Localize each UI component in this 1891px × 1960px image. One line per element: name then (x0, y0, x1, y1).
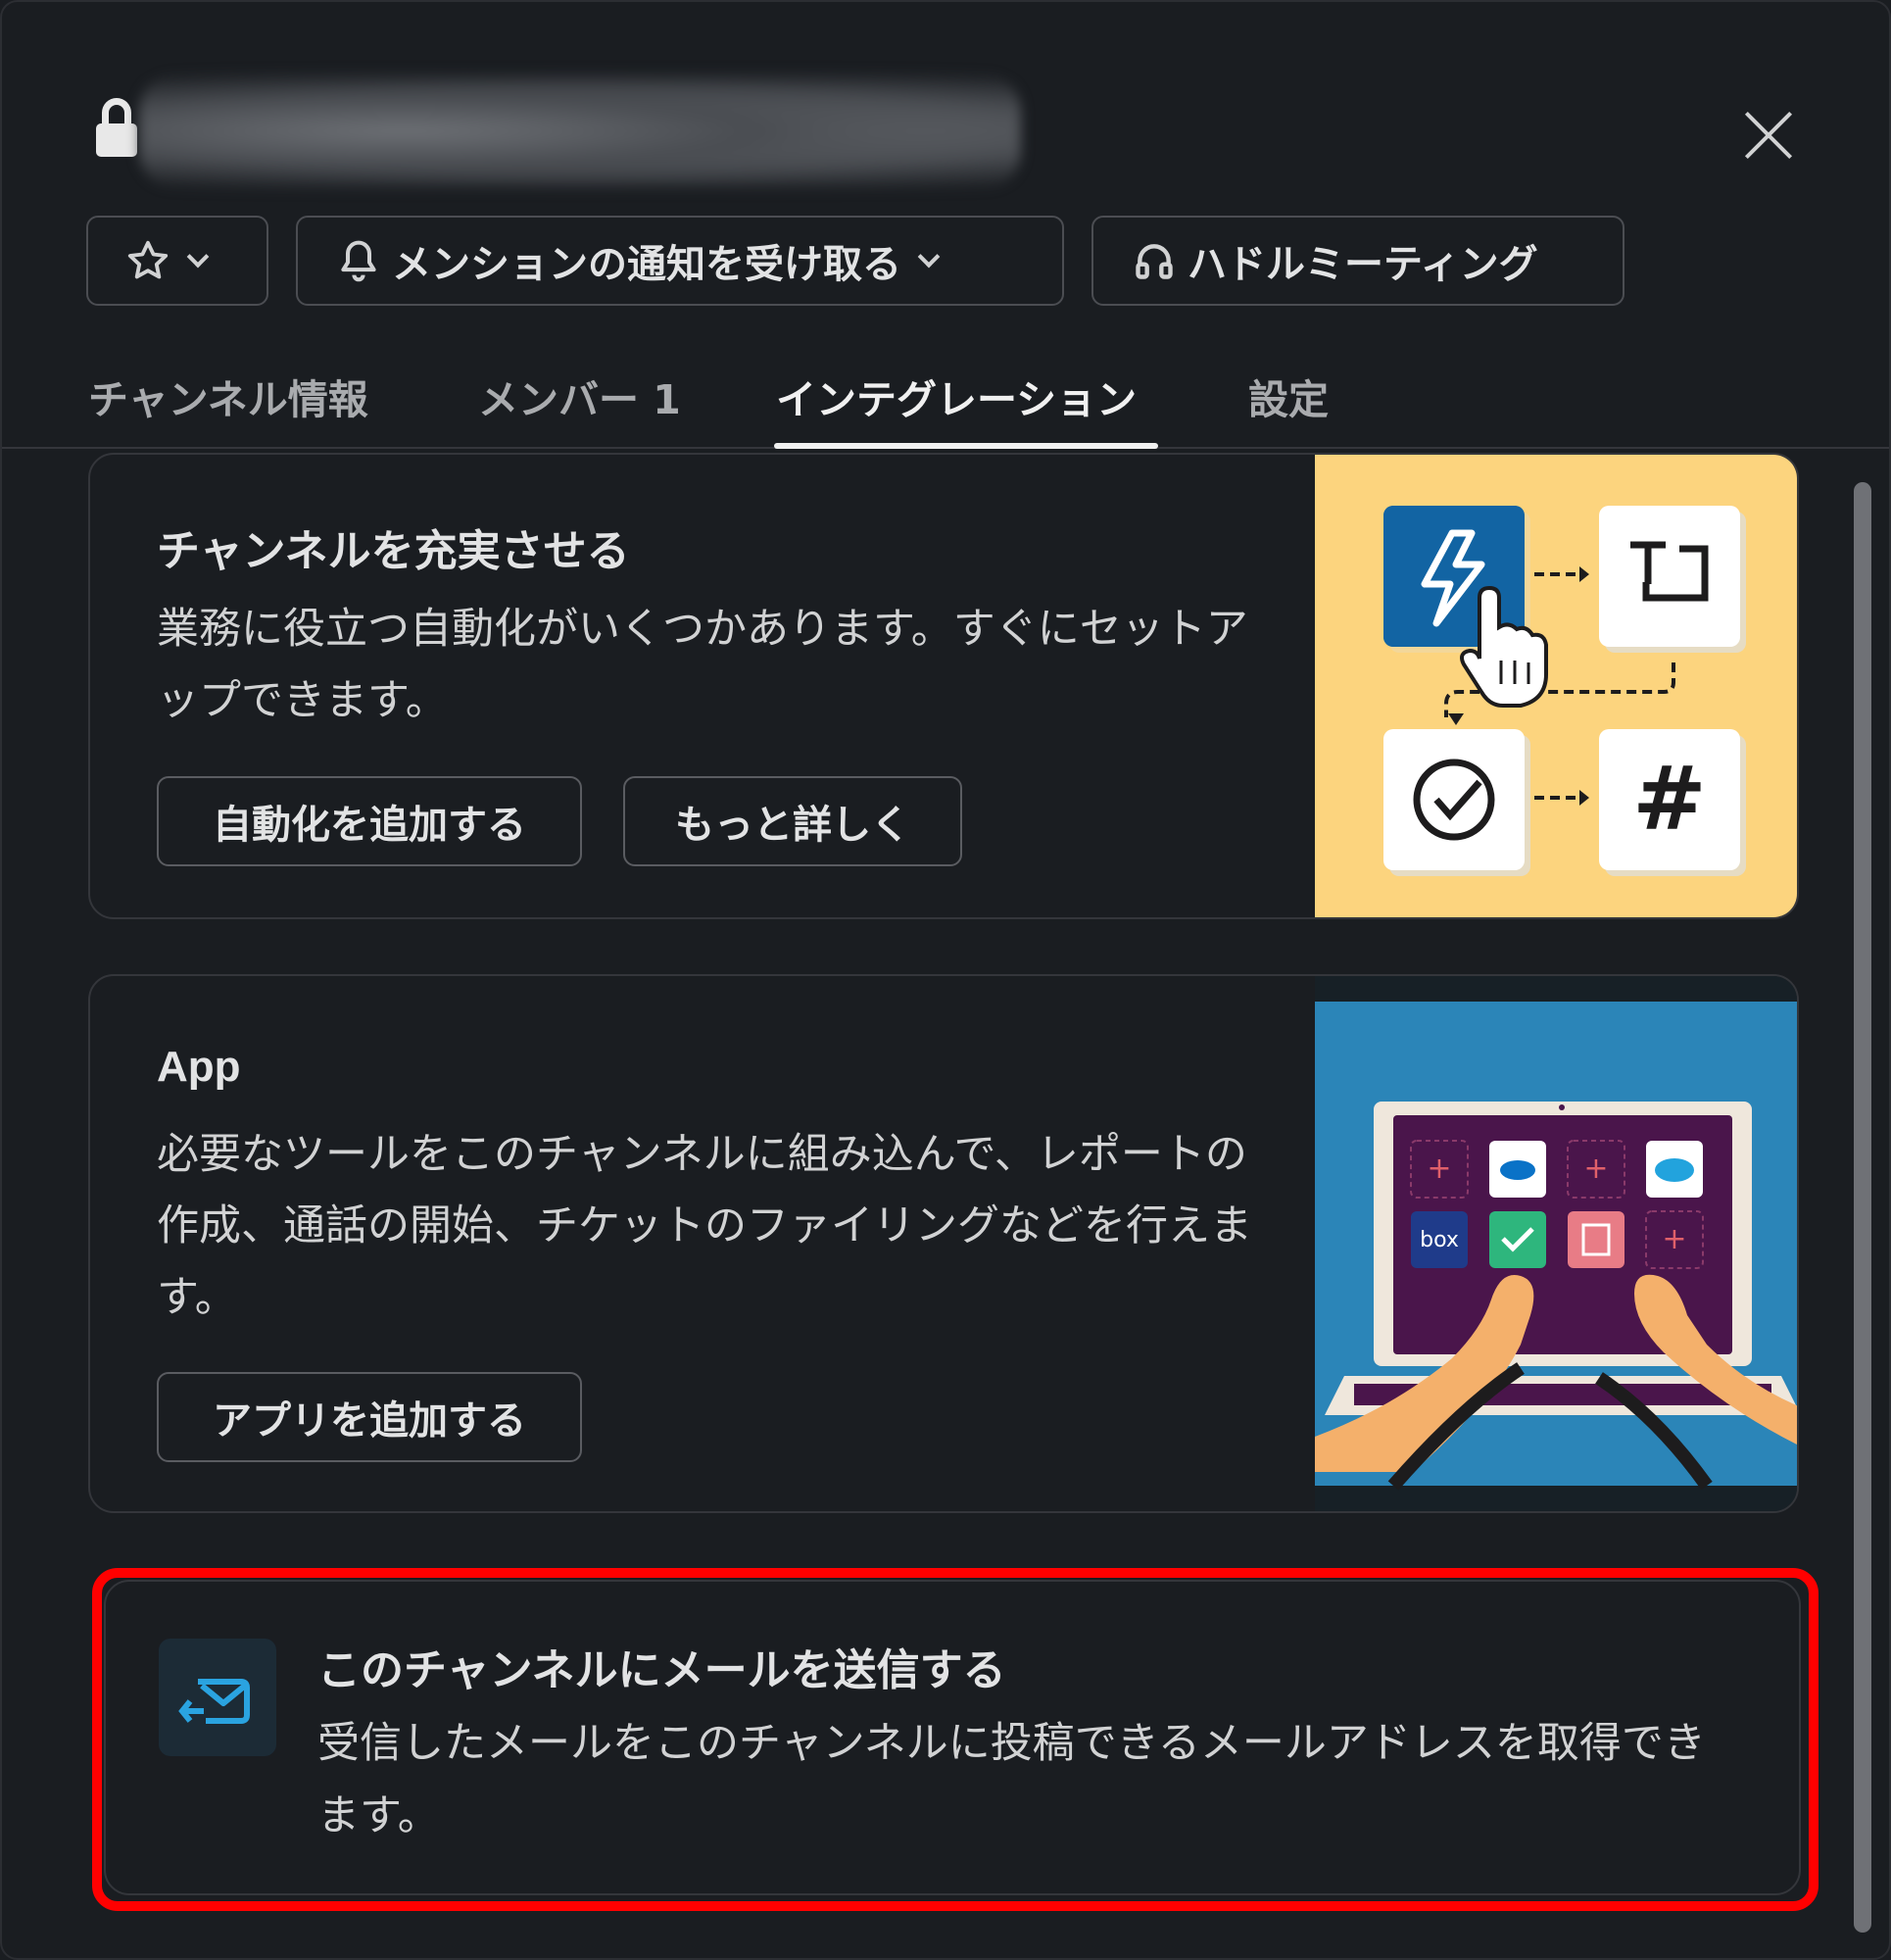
workflow-card: チャンネルを充実させる 業務に役立つ自動化がいくつかあります。すぐにセットアップ… (88, 453, 1799, 919)
star-button[interactable] (86, 216, 268, 306)
workflow-card-description: 業務に役立つ自動化がいくつかあります。すぐにセットアップできます。 (157, 605, 1248, 725)
huddle-button[interactable]: ハドルミーティング (1091, 216, 1624, 306)
tab-settings[interactable]: 設定 (1248, 367, 1329, 425)
app-illustration: + + box + (1305, 976, 1797, 1511)
svg-text:+: + (1583, 1152, 1608, 1186)
scrollbar[interactable] (1854, 482, 1871, 1933)
add-app-button[interactable]: アプリを追加する (157, 1372, 582, 1462)
svg-text:#: # (1632, 748, 1706, 851)
headphones-icon (1136, 244, 1173, 279)
email-forward-icon (178, 1679, 250, 1724)
svg-text:+: + (1662, 1222, 1686, 1256)
bell-icon (341, 240, 376, 282)
channel-name-redacted (139, 73, 1021, 190)
close-button[interactable] (1741, 108, 1796, 163)
svg-text:+: + (1427, 1152, 1451, 1186)
tab-bar: チャンネル情報 メンバー 1 インテグレーション 設定 (2, 353, 1889, 449)
email-card-description: 受信したメールをこのチャンネルに投稿できるメールアドレスを取得できます。 (317, 1719, 1706, 1840)
active-tab-indicator (774, 443, 1158, 449)
email-integration-icon-tile (159, 1639, 276, 1756)
notification-button[interactable]: メンションの通知を受け取る (296, 216, 1064, 306)
huddle-label: ハドルミーティング (1188, 242, 1538, 287)
email-to-channel-card[interactable]: このチャンネルにメールを送信する 受信したメールをこのチャンネルに投稿できるメー… (104, 1580, 1801, 1895)
star-icon (127, 240, 169, 279)
svg-text:box: box (1420, 1228, 1459, 1252)
workflow-illustration: # (1315, 455, 1797, 917)
channel-details-dialog: メンションの通知を受け取る ハドルミーティング チャンネル情報 メンバー 1 イ… (0, 0, 1891, 1960)
email-card-title: このチャンネルにメールを送信する (317, 1645, 1006, 1695)
lock-icon (96, 98, 137, 157)
add-automation-button[interactable]: 自動化を追加する (157, 776, 582, 866)
dialog-header (2, 2, 1889, 198)
tab-channel-info[interactable]: チャンネル情報 (88, 367, 368, 425)
app-card-description: 必要なツールをこのチャンネルに組み込んで、レポートの作成、通話の開始、チケットの… (157, 1130, 1252, 1322)
chevron-down-icon (186, 245, 210, 269)
workflow-card-title: チャンネルを充実させる (157, 526, 630, 576)
app-card-title: App (157, 1043, 241, 1091)
tab-members[interactable]: メンバー 1 (478, 367, 681, 425)
chevron-down-icon (917, 245, 941, 269)
learn-more-button[interactable]: もっと詳しく (623, 776, 962, 866)
app-card: App 必要なツールをこのチャンネルに組み込んで、レポートの作成、通話の開始、チ… (88, 974, 1799, 1513)
tab-integrations[interactable]: インテグレーション (776, 367, 1137, 425)
notification-label: メンションの通知を受け取る (392, 242, 901, 287)
